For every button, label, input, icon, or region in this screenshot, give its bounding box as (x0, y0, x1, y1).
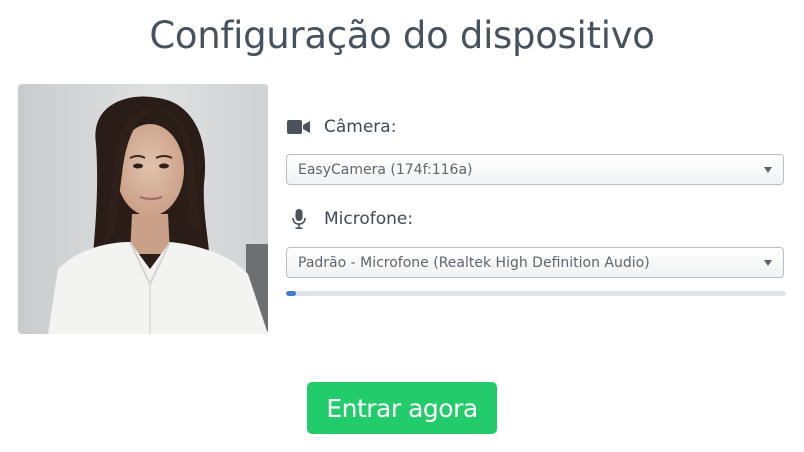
microphone-label: Microfone: (287, 209, 413, 229)
camera-preview-image (18, 84, 268, 334)
chevron-down-icon (764, 167, 772, 173)
microphone-select[interactable]: Padrão - Microfone (Realtek High Definit… (286, 247, 784, 278)
microphone-level-meter (286, 291, 786, 296)
join-now-button[interactable]: Entrar agora (307, 382, 497, 434)
camera-preview (18, 84, 268, 334)
microphone-icon (287, 209, 311, 229)
camera-select-value: EasyCamera (174f:116a) (298, 161, 473, 178)
microphone-level-fill (286, 291, 296, 296)
page-title: Configuração do dispositivo (149, 14, 655, 57)
microphone-select-value: Padrão - Microfone (Realtek High Definit… (298, 254, 650, 271)
microphone-label-text: Microfone: (324, 209, 414, 229)
video-camera-icon (287, 117, 311, 137)
chevron-down-icon (764, 260, 772, 266)
camera-select[interactable]: EasyCamera (174f:116a) (286, 154, 784, 185)
camera-label-text: Câmera: (324, 117, 397, 137)
camera-label: Câmera: (287, 117, 396, 137)
